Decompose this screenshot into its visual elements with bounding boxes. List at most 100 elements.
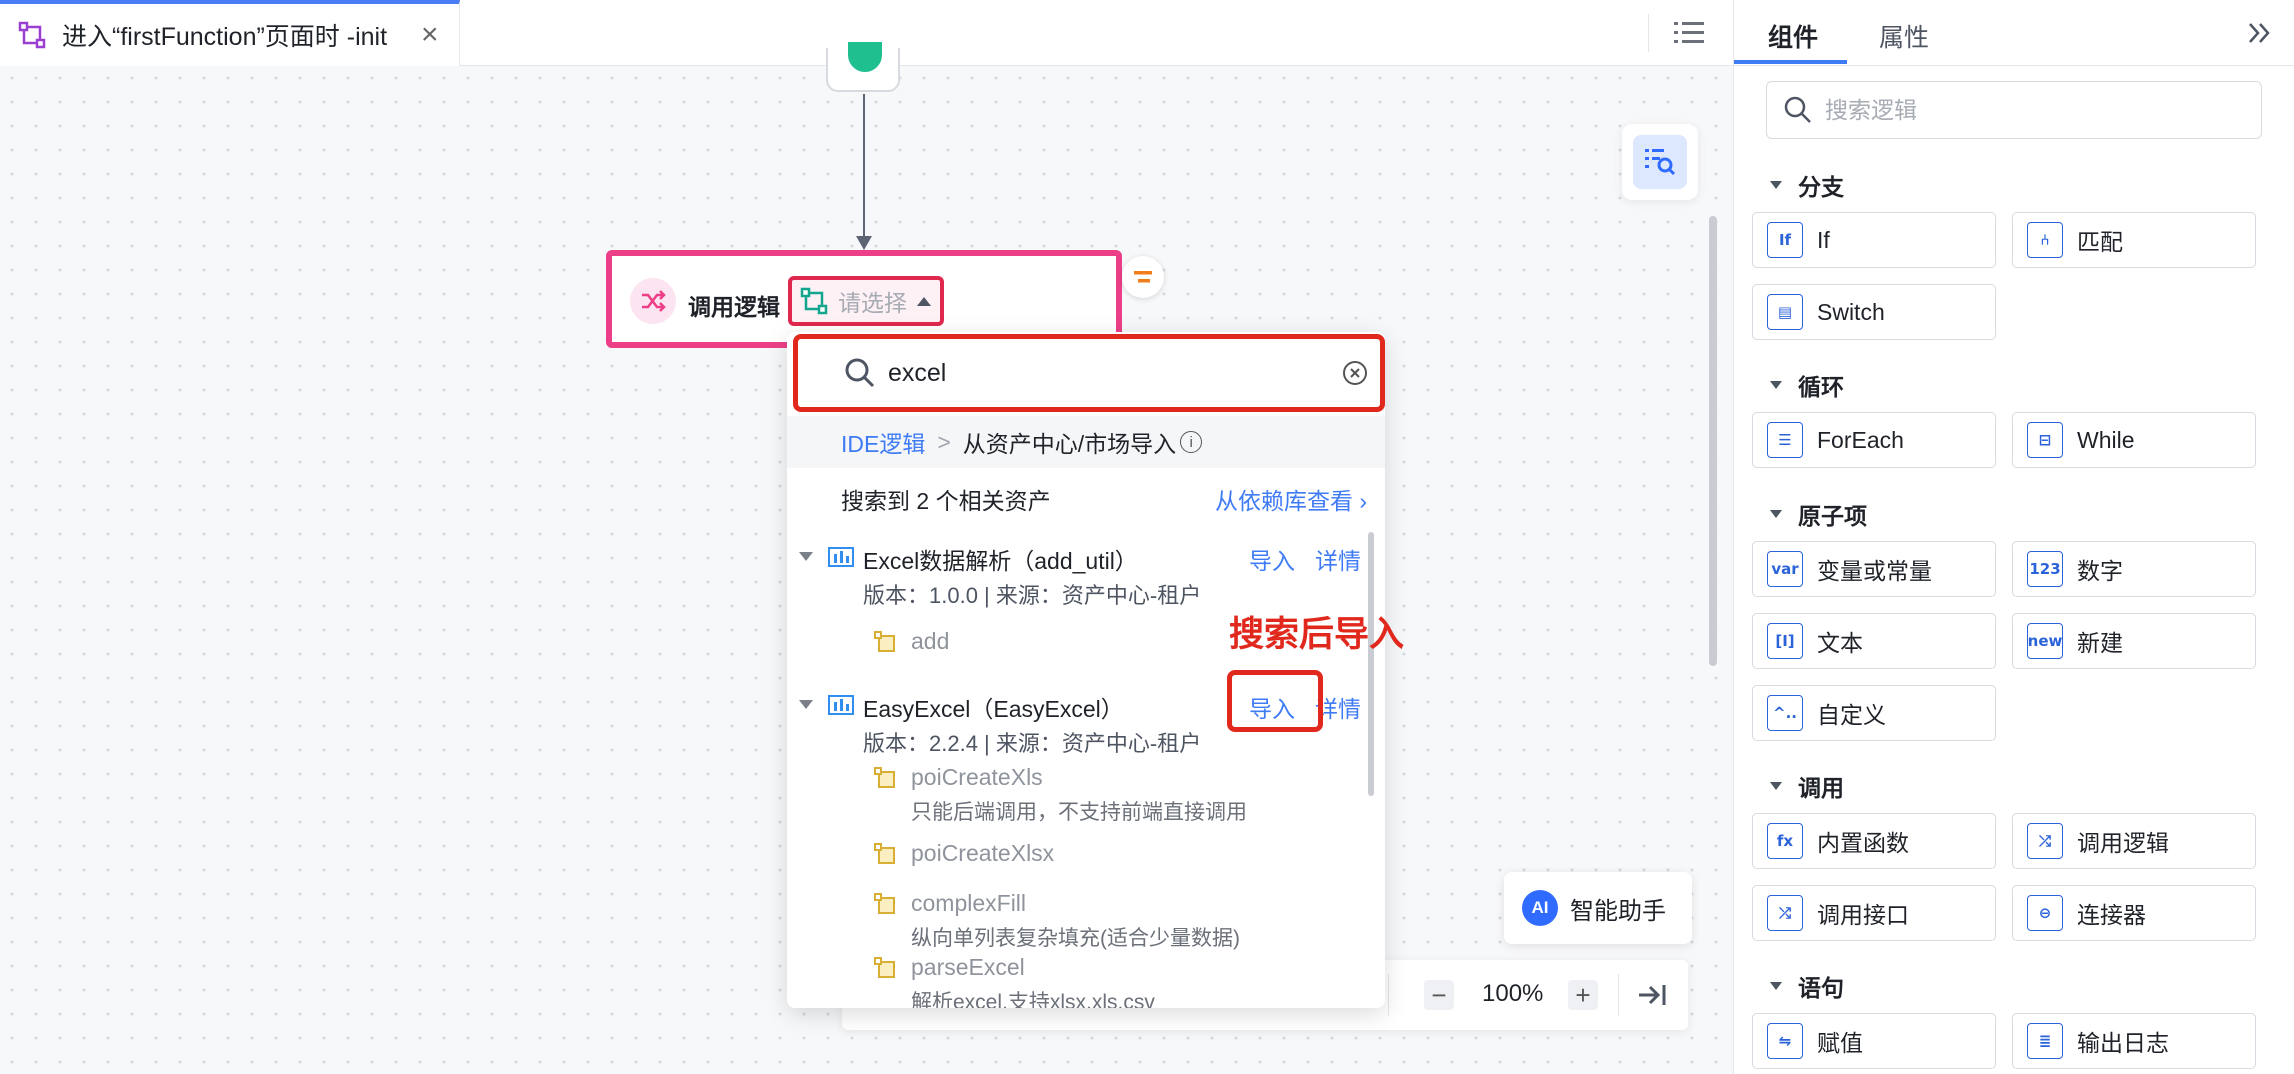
component-builtin-function[interactable]: fx 内置函数 [1752, 813, 1996, 869]
expand-icon[interactable] [799, 700, 813, 709]
expand-icon[interactable] [799, 552, 813, 561]
function-icon [874, 843, 895, 864]
import-button[interactable]: 导入 [1249, 542, 1295, 576]
connector-icon: ⊖ [2027, 895, 2063, 931]
function-item[interactable]: complexFill 纵向单列表复杂填充(适合少量数据) [873, 888, 1353, 952]
breadcrumb-current: 从资产中心/市场导入 [962, 431, 1177, 457]
breadcrumb-root[interactable]: IDE逻辑 [841, 425, 925, 459]
active-tab-indicator [1734, 60, 1847, 64]
foreach-icon: ☰ [1767, 422, 1803, 458]
component-label: 文本 [1817, 630, 1863, 656]
function-name: poiCreateXls [911, 764, 1043, 790]
library-icon [828, 695, 854, 715]
equals-icon[interactable] [1122, 256, 1164, 298]
component-log-output[interactable]: ≣ 输出日志 [2012, 1013, 2256, 1069]
tab-title: 进入“firstFunction”页面时 -init [62, 23, 388, 51]
breadcrumb-separator: > [937, 428, 951, 455]
canvas-scrollbar[interactable] [1709, 216, 1717, 666]
component-label: 输出日志 [2077, 1030, 2169, 1056]
find-node-button[interactable] [1622, 124, 1698, 200]
section-header[interactable]: 原子项 [1766, 497, 1867, 531]
tab-properties[interactable]: 属性 [1879, 18, 1929, 54]
view-from-dependency-link[interactable]: 从依赖库查看 › [1215, 482, 1367, 516]
asset-meta: 版本：1.0.0 | 来源：资产中心-租户 [863, 583, 1202, 608]
component-assign[interactable]: ⇋ 赋值 [1752, 1013, 1996, 1069]
breadcrumb: IDE逻辑 > 从资产中心/市场导入 i [787, 416, 1385, 468]
component-label: 新建 [2077, 630, 2123, 656]
function-item[interactable]: poiCreateXls 只能后端调用，不支持前端直接调用 [873, 762, 1353, 826]
component-label: 调用逻辑 [2077, 830, 2169, 856]
function-fx-icon: fx [1767, 823, 1803, 859]
component-while[interactable]: ⊟ While [2012, 412, 2256, 468]
outline-list-icon[interactable] [1672, 17, 1706, 49]
component-search[interactable] [1766, 81, 2262, 139]
component-custom[interactable]: ^.. 自定义 [1752, 685, 1996, 741]
result-count: 搜索到 2 个相关资产 [841, 488, 1051, 514]
function-desc: 解析excel,支持xlsx,xls,csv [911, 991, 1155, 1008]
detail-button[interactable]: 详情 [1315, 542, 1361, 576]
logic-select[interactable]: 请选择 [788, 276, 944, 326]
collapse-icon [1770, 982, 1782, 990]
switch-icon: ▤ [1767, 294, 1803, 330]
search-icon [845, 358, 875, 388]
divider [1388, 974, 1389, 1016]
zoom-out-button[interactable]: − [1424, 980, 1454, 1010]
component-connector[interactable]: ⊖ 连接器 [2012, 885, 2256, 941]
zoom-in-button[interactable]: + [1568, 980, 1598, 1010]
component-number[interactable]: 123 数字 [2012, 541, 2256, 597]
asset-search-input[interactable]: excel [793, 334, 1385, 412]
component-switch[interactable]: ▤ Switch [1752, 284, 1996, 340]
section-title: 原子项 [1798, 503, 1867, 529]
component-match[interactable]: ⑃ 匹配 [2012, 212, 2256, 268]
component-label: ForEach [1817, 426, 1904, 453]
divider [1648, 14, 1649, 52]
section-header[interactable]: 分支 [1766, 168, 1844, 202]
ai-assistant-button[interactable]: AI 智能助手 [1504, 872, 1692, 944]
component-text[interactable]: [I] 文本 [1752, 613, 1996, 669]
component-label: Switch [1817, 298, 1885, 325]
logic-icon [800, 287, 828, 315]
function-desc: 只能后端调用，不支持前端直接调用 [911, 801, 1247, 824]
function-name: add [911, 628, 950, 654]
component-label: 变量或常量 [1817, 558, 1932, 584]
component-call-api[interactable]: ⤮ 调用接口 [1752, 885, 1996, 941]
number-icon: 123 [2027, 551, 2063, 587]
component-label: 自定义 [1817, 702, 1886, 728]
component-label: 内置函数 [1817, 830, 1909, 856]
while-icon: ⊟ [2027, 422, 2063, 458]
tab-components[interactable]: 组件 [1768, 18, 1818, 54]
close-icon[interactable]: × [421, 18, 439, 52]
section-title: 循环 [1798, 374, 1844, 400]
component-new[interactable]: new 新建 [2012, 613, 2256, 669]
logic-icon [14, 17, 50, 53]
section-atomic: 原子项 var 变量或常量 123 数字 [I] 文本 new 新建 ^.. 自… [1752, 497, 2276, 747]
section-header[interactable]: 循环 [1766, 368, 1844, 402]
section-header[interactable]: 语句 [1766, 969, 1844, 1003]
section-header[interactable]: 调用 [1766, 769, 1844, 803]
asset-name: EasyExcel（EasyExcel） [863, 696, 1124, 722]
function-desc: 纵向单列表复杂填充(适合少量数据) [911, 927, 1240, 950]
select-placeholder: 请选择 [838, 290, 907, 316]
asset-name: Excel数据解析（add_util） [863, 548, 1138, 574]
function-item[interactable]: poiCreateXlsx [873, 838, 1353, 878]
function-icon [874, 893, 895, 914]
component-call-logic[interactable]: ⤮ 调用逻辑 [2012, 813, 2256, 869]
component-if[interactable]: If If [1752, 212, 1996, 268]
start-node[interactable] [826, 42, 900, 92]
search-icon [1784, 96, 1811, 123]
clear-icon[interactable] [1340, 358, 1370, 388]
text-icon: [I] [1767, 623, 1803, 659]
tab-init-logic[interactable]: 进入“firstFunction”页面时 -init × [0, 0, 460, 66]
collapse-right-icon[interactable] [1636, 980, 1668, 1010]
shuffle-icon: ⤮ [2027, 823, 2063, 859]
component-search-input[interactable] [1825, 96, 2245, 124]
component-variable[interactable]: var 变量或常量 [1752, 541, 1996, 597]
component-label: 调用接口 [1817, 902, 1909, 928]
collapse-panel-icon[interactable] [2244, 18, 2276, 48]
function-name: poiCreateXlsx [911, 840, 1055, 866]
function-item[interactable]: parseExcel 解析excel,支持xlsx,xls,csv [873, 952, 1353, 1008]
node-title: 调用逻辑 [688, 294, 780, 320]
flow-connector [863, 94, 865, 242]
component-foreach[interactable]: ☰ ForEach [1752, 412, 1996, 468]
info-icon[interactable]: i [1180, 431, 1203, 453]
